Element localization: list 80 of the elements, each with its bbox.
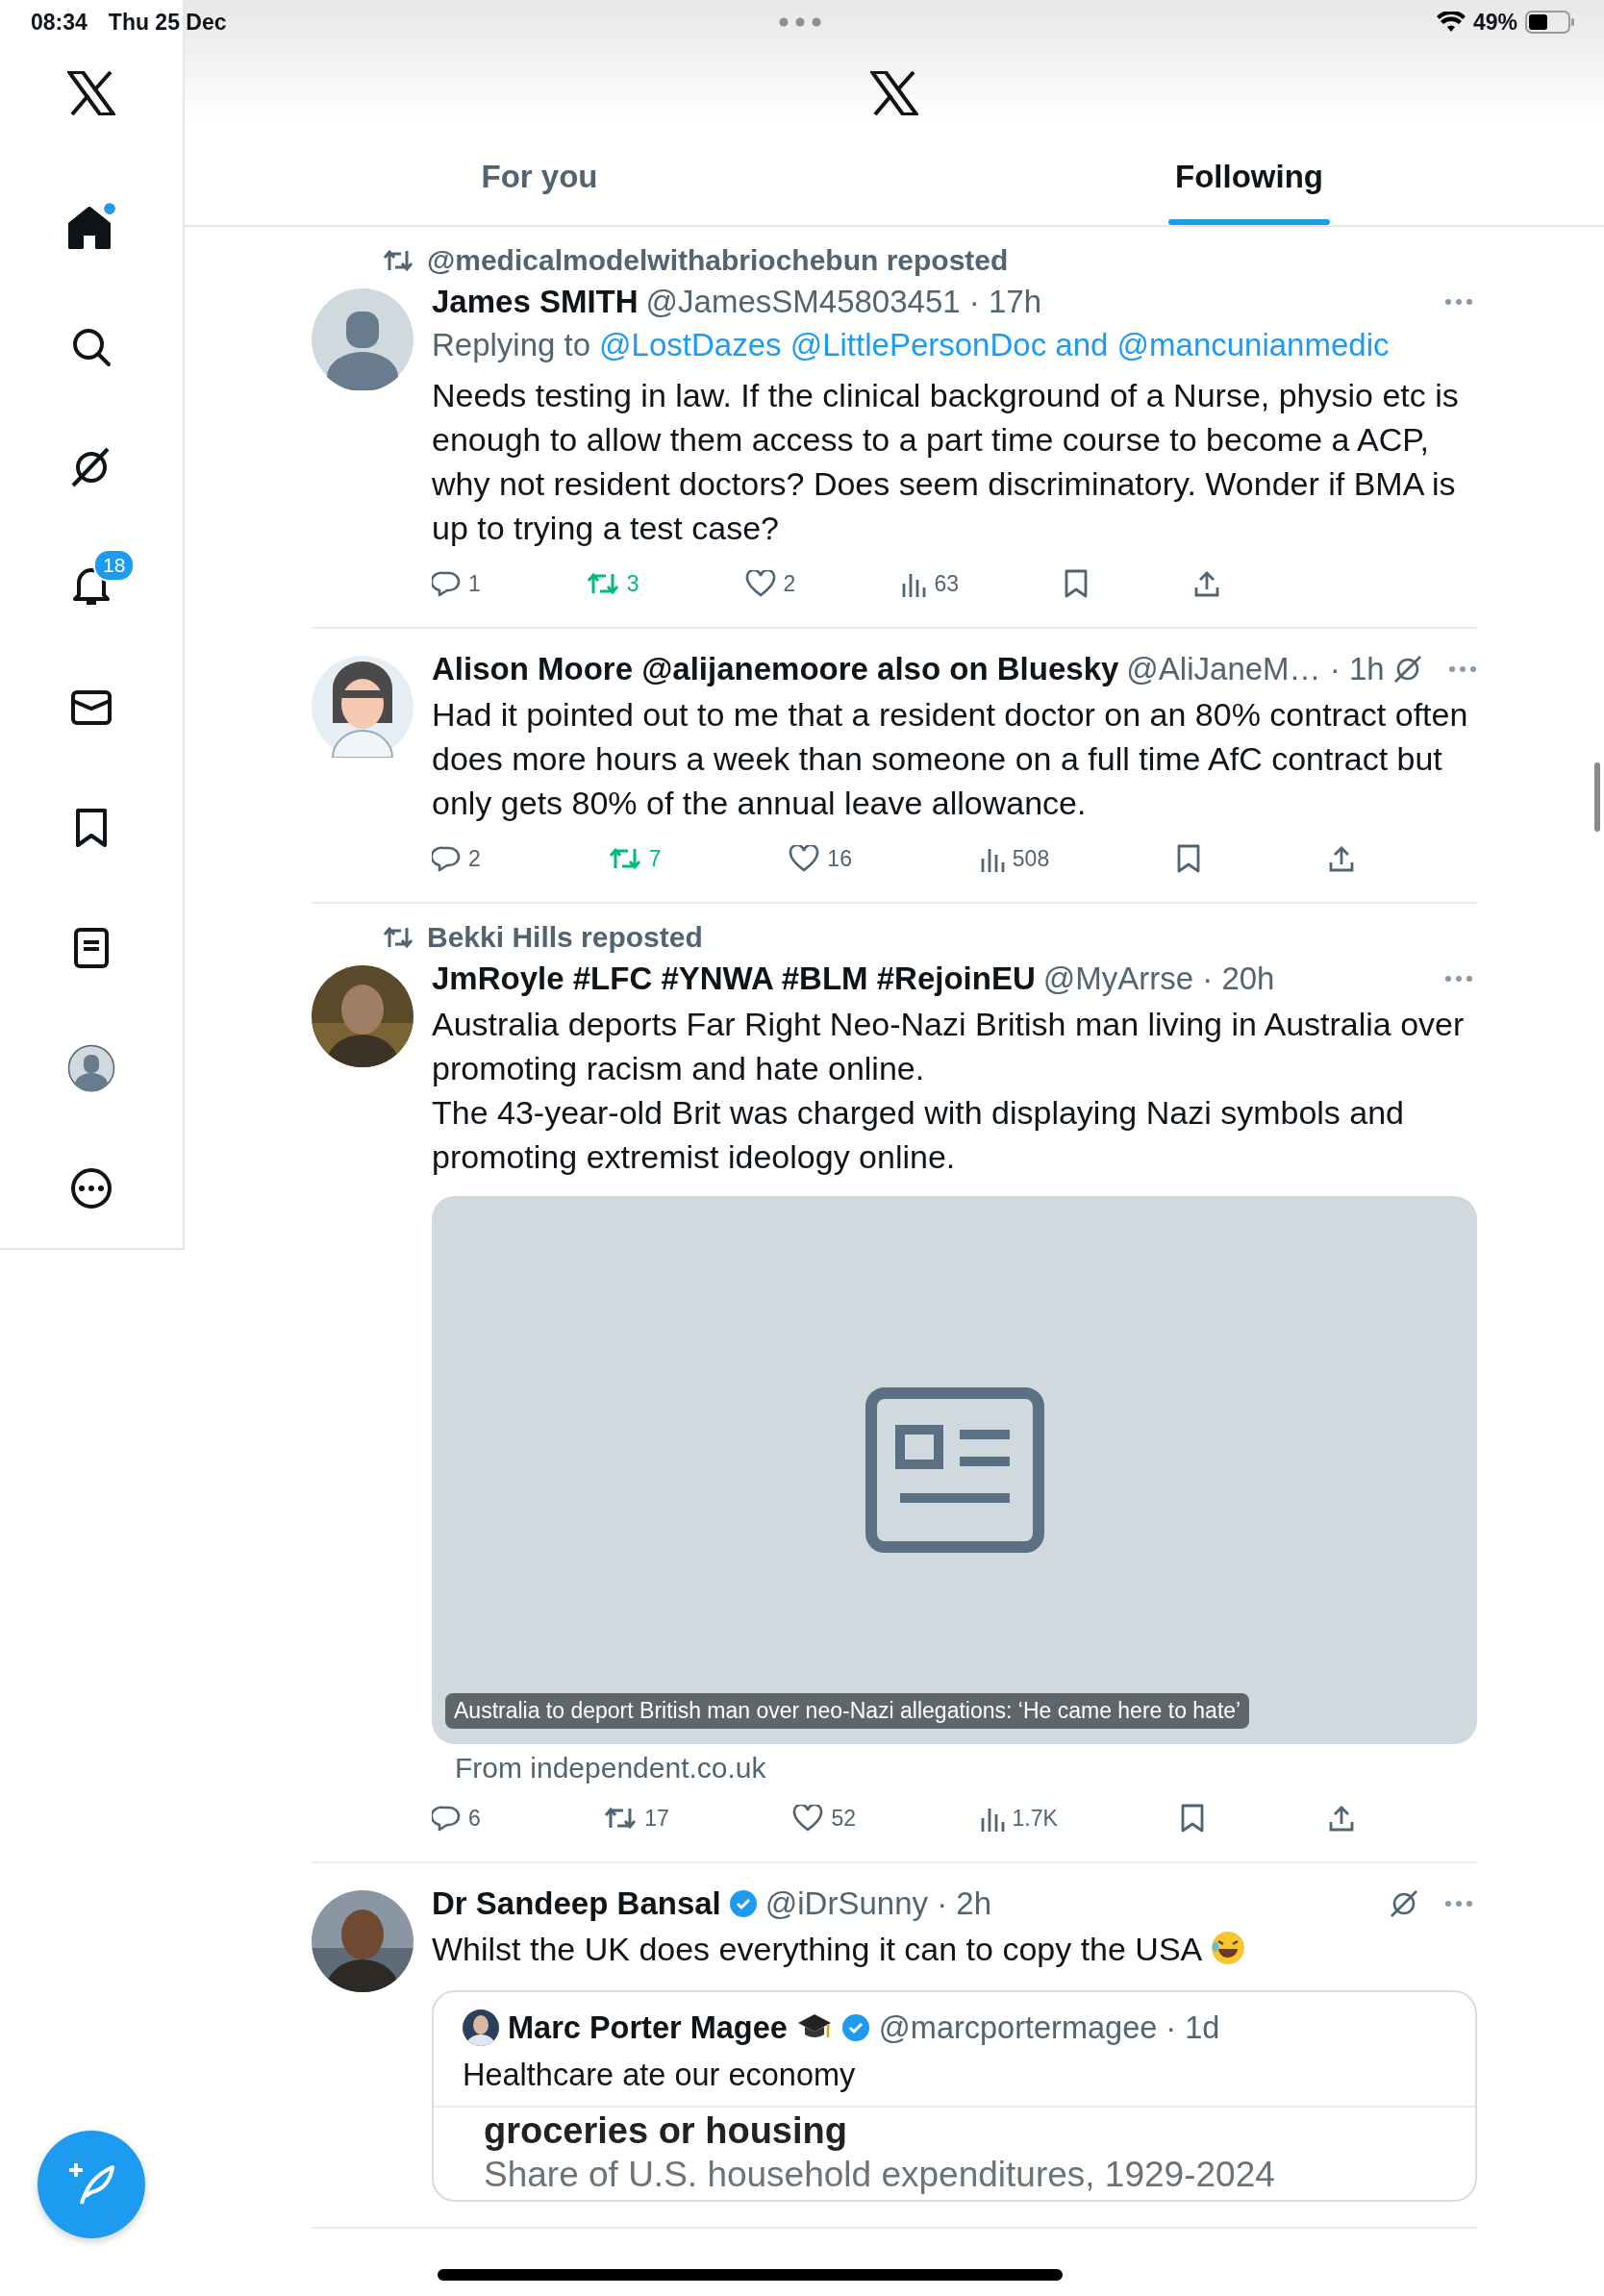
- like-button[interactable]: 16: [789, 840, 852, 877]
- post-text: Had it pointed out to me that a resident doctor on an 80% contract often does more hours a week than someone on a full time AfC contract but only gets 80% of the annual leave allowance.: [432, 696, 1468, 821]
- link-source[interactable]: From independent.co.uk: [455, 1752, 1477, 1784]
- author-name[interactable]: James SMITH: [432, 284, 639, 320]
- feed-tab[interactable]: For you: [185, 129, 894, 225]
- bookmark-icon: [1181, 1804, 1205, 1833]
- post-text: The 43-year-old Brit was charged with displaying Nazi symbols and promoting extremist ideology online.: [432, 1094, 1405, 1175]
- chart-title: groceries or housing: [484, 2111, 848, 2150]
- views-button[interactable]: 63: [901, 565, 959, 602]
- x-logo-icon[interactable]: [67, 71, 115, 115]
- heart-icon: [792, 1805, 824, 1832]
- post-text: Australia deports Far Right Neo-Nazi British man living in Australia over promoting racism and hate online.: [432, 1006, 1465, 1086]
- quoted-post[interactable]: Marc Porter Magee @marcportermagee · 1d Healthcare ate our economy groceries or housing Share of U.S. household expenditures, 1929-2024: [432, 1990, 1477, 2202]
- search-icon[interactable]: [71, 327, 112, 368]
- share-icon: [1327, 1805, 1355, 1832]
- heart-icon: [744, 570, 776, 597]
- repost-label: @medicalmodelwithabriochebun reposted: [427, 244, 1009, 277]
- x-logo-icon[interactable]: [870, 71, 918, 115]
- compose-button[interactable]: [38, 2131, 145, 2238]
- share-icon: [1193, 570, 1220, 597]
- quoted-text: Healthcare ate our economy: [463, 2058, 857, 2094]
- repost-icon: [383, 926, 414, 949]
- article-icon: [865, 1387, 1044, 1553]
- more-options-icon[interactable]: [1444, 298, 1473, 306]
- views-button[interactable]: 1.7K: [979, 1800, 1058, 1836]
- views-button[interactable]: 508: [979, 840, 1050, 877]
- bookmark-icon: [1065, 569, 1088, 598]
- link-card-preview[interactable]: Australia to deport British man over neo-Nazi allegations: ‘He came here to hate’: [432, 1196, 1477, 1744]
- heart-icon: [789, 845, 820, 872]
- envelope-icon[interactable]: [71, 689, 112, 725]
- handle-time[interactable]: @AliJaneM… · 1h: [1126, 651, 1385, 687]
- scrollbar[interactable]: [1594, 762, 1600, 832]
- reply-icon: [432, 570, 461, 597]
- author-name[interactable]: Marc Porter Magee: [508, 2009, 788, 2046]
- author-name[interactable]: JmRoyle #LFC #YNWA #BLM #RejoinEU: [432, 961, 1036, 997]
- bookmark-icon: [1177, 844, 1201, 873]
- handle-time[interactable]: @MyArrse · 20h: [1042, 961, 1275, 997]
- like-button[interactable]: 2: [744, 565, 796, 602]
- repost-icon: [586, 571, 619, 596]
- reply-button[interactable]: 6: [432, 1800, 481, 1836]
- more-options-icon[interactable]: [1444, 1900, 1473, 1908]
- more-options-icon[interactable]: [1447, 665, 1477, 673]
- handle-time[interactable]: @JamesSM45803451 · 17h: [645, 284, 1041, 320]
- status-date: Thu 25 Dec: [108, 9, 227, 36]
- reply-button[interactable]: 2: [432, 840, 481, 877]
- link-headline: Australia to deport British man over neo-Nazi allegations: ‘He came here to hate’: [445, 1693, 1250, 1729]
- handle-time[interactable]: @iDrSunny · 2h: [764, 1885, 992, 1922]
- bookmark-icon[interactable]: [75, 807, 108, 848]
- slash-circle-icon[interactable]: [1389, 1888, 1419, 1919]
- battery-icon: [1525, 11, 1575, 34]
- list-icon[interactable]: [74, 927, 109, 968]
- chart-subtitle: Share of U.S. household expenditures, 1929-2024: [484, 2154, 1276, 2196]
- post-text: Whilst the UK does everything it can to copy the USA: [432, 1931, 1203, 1967]
- more-icon[interactable]: [70, 1166, 113, 1210]
- repost-icon: [608, 846, 641, 871]
- status-time: 08:34: [31, 9, 88, 36]
- repost-icon: [383, 249, 414, 272]
- repost-button[interactable]: 17: [604, 1800, 669, 1836]
- reply-icon: [432, 1805, 461, 1832]
- multitasking-dots-icon[interactable]: [779, 17, 821, 27]
- author-name[interactable]: Dr Sandeep Bansal: [432, 1885, 721, 1922]
- share-icon: [1327, 845, 1355, 872]
- author-name[interactable]: Alison Moore @alijanemoore also on Bluesky: [432, 651, 1119, 687]
- reply-button[interactable]: 1: [432, 565, 481, 602]
- home-icon[interactable]: [66, 203, 116, 252]
- handle-time[interactable]: @marcportermagee · 1d: [878, 2009, 1220, 2046]
- notification-badge: 18: [93, 549, 136, 582]
- like-button[interactable]: 52: [792, 1800, 857, 1836]
- profile-avatar-icon[interactable]: [67, 1043, 115, 1092]
- feed-tab[interactable]: Following: [894, 129, 1604, 225]
- cartoon-avatar-icon[interactable]: [312, 656, 414, 758]
- repost-icon: [604, 1806, 638, 1831]
- wifi-icon: [1436, 12, 1466, 33]
- repost-label: Bekki Hills reposted: [427, 921, 703, 954]
- post-text: Needs testing in law. If the clinical background of a Nurse, physio etc is enough to allow them access to a part time course to become a ACP, why not resident doctors? Does seem discriminatory. Wonder if BMA is up to trying a test case?: [432, 377, 1459, 546]
- reply-icon: [432, 845, 461, 872]
- more-options-icon[interactable]: [1444, 975, 1473, 983]
- avatar-icon[interactable]: [312, 288, 414, 390]
- battery-percent: 49%: [1472, 9, 1517, 36]
- replying-label: Replying to: [432, 327, 591, 363]
